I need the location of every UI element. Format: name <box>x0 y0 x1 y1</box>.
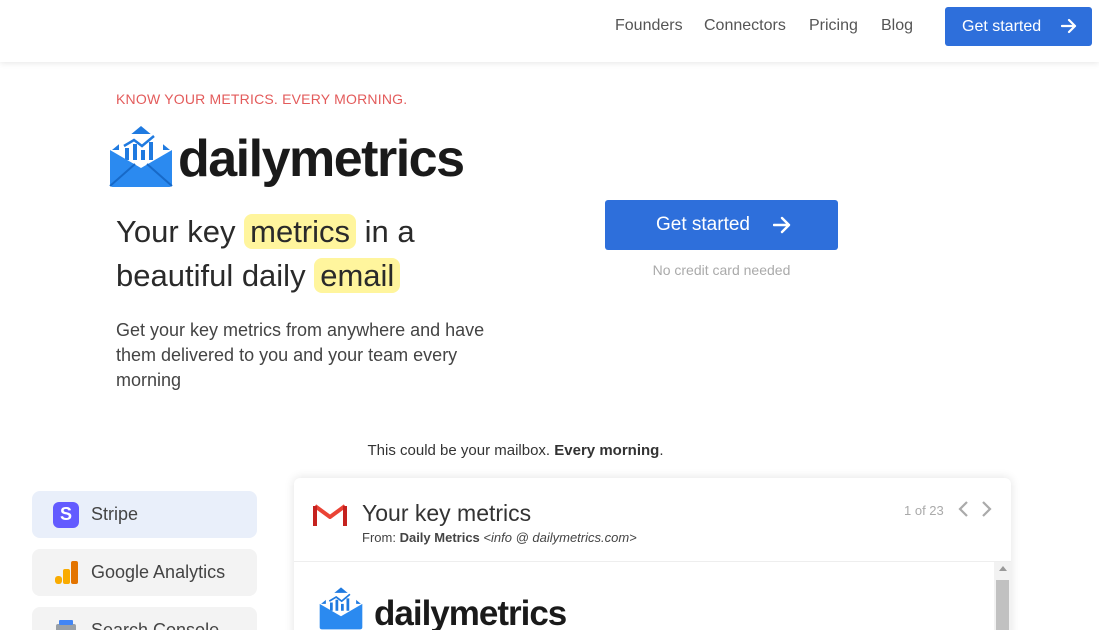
nav-link-pricing[interactable]: Pricing <box>809 17 858 35</box>
email-from-address: <info @ dailymetrics.com> <box>483 530 637 545</box>
search-console-icon <box>52 617 80 630</box>
email-subject: Your key metrics <box>362 500 532 526</box>
headline-highlight-metrics: metrics <box>244 214 357 249</box>
hero-get-started-button[interactable]: Get started <box>605 200 838 250</box>
arrow-right-icon <box>773 216 791 234</box>
email-pager: 1 of 23 <box>904 503 944 518</box>
headline-text-1: Your key <box>116 214 236 249</box>
mailbox-caption-text: This could be your mailbox. <box>367 442 551 459</box>
mailbox-caption-bold: Every morning <box>554 442 660 459</box>
hero-eyebrow: KNOW YOUR METRICS. EVERY MORNING. <box>116 91 408 107</box>
hero-headline: Your key metrics in a beautiful daily em… <box>116 210 456 298</box>
headline-text-2: in a <box>364 214 415 249</box>
hero-get-started-label: Get started <box>656 214 750 235</box>
chevron-left-icon[interactable] <box>957 500 971 518</box>
scroll-up-arrow-icon[interactable] <box>999 566 1007 571</box>
no-credit-card-note: No credit card needed <box>652 262 791 278</box>
gmail-icon <box>313 504 347 526</box>
connector-search-console[interactable]: Search Console <box>32 607 257 630</box>
connector-label: Search Console <box>91 620 220 630</box>
chevron-right-icon[interactable] <box>979 500 993 518</box>
hero-subcopy: Get your key metrics from anywhere and h… <box>116 320 485 390</box>
email-pager-arrows <box>957 500 993 523</box>
nav-get-started-label: Get started <box>962 17 1042 35</box>
connector-google-analytics[interactable]: Google Analytics <box>32 549 257 596</box>
arrow-right-icon <box>1061 18 1077 34</box>
nav-link-connectors[interactable]: Connectors <box>704 17 786 35</box>
dailymetrics-logo-icon <box>109 126 173 187</box>
email-scrollbar[interactable] <box>994 562 1011 630</box>
email-from-name: Daily Metrics <box>399 530 480 545</box>
mailbox-caption-suffix: . <box>659 442 664 459</box>
connector-label: Stripe <box>91 504 139 524</box>
stripe-icon: S <box>52 501 80 529</box>
email-preview-card: Your key metrics From: Daily Metrics <in… <box>294 478 1011 630</box>
email-header: Your key metrics From: Daily Metrics <in… <box>294 478 1011 562</box>
headline-highlight-email: email <box>314 258 401 293</box>
dailymetrics-logo-icon <box>319 587 363 630</box>
scroll-thumb[interactable] <box>996 580 1009 630</box>
google-analytics-icon <box>52 559 80 587</box>
dailymetrics-logo-text: dailymetrics <box>178 130 465 188</box>
top-navbar: Founders Connectors Pricing Blog Get sta… <box>0 0 1099 62</box>
nav-link-founders[interactable]: Founders <box>615 17 683 35</box>
connector-label: Google Analytics <box>91 562 226 582</box>
email-from-label: From: <box>362 530 396 545</box>
nav-get-started-button[interactable]: Get started <box>945 7 1092 46</box>
email-from: From: Daily Metrics <info @ dailymetrics… <box>362 530 637 545</box>
headline-text-3: beautiful daily <box>116 258 306 293</box>
connector-stripe[interactable]: S Stripe <box>32 491 257 538</box>
email-logo-text: dailymetrics <box>374 594 567 630</box>
mailbox-caption: This could be your mailbox. Every mornin… <box>0 442 1031 459</box>
nav-link-blog[interactable]: Blog <box>881 17 913 35</box>
